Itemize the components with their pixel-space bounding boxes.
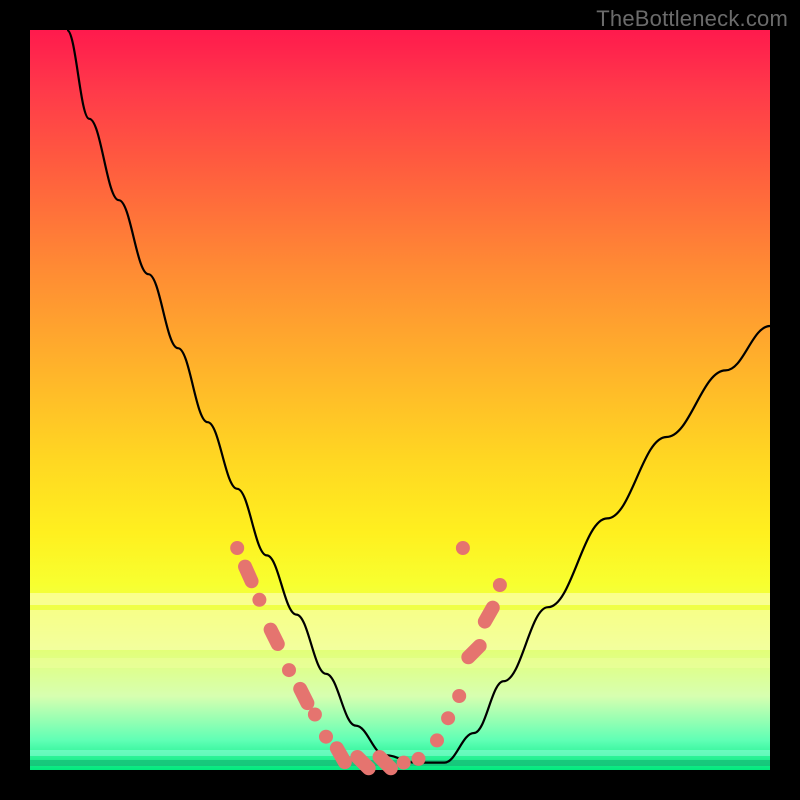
- marker-pill: [236, 557, 261, 590]
- marker-dot: [252, 593, 266, 607]
- marker-pill: [327, 739, 354, 772]
- marker-dot: [456, 541, 470, 555]
- marker-group: [230, 541, 507, 778]
- marker-pill: [347, 747, 378, 778]
- marker-pill: [261, 620, 287, 653]
- curve-svg: [30, 30, 770, 770]
- bottleneck-curve: [67, 30, 770, 763]
- marker-dot: [493, 578, 507, 592]
- marker-pill: [475, 598, 502, 631]
- marker-dot: [412, 752, 426, 766]
- chart-frame: TheBottleneck.com: [0, 0, 800, 800]
- marker-dot: [319, 730, 333, 744]
- marker-dot: [441, 711, 455, 725]
- marker-dot: [282, 663, 296, 677]
- watermark-text: TheBottleneck.com: [596, 6, 788, 32]
- marker-dot: [308, 708, 322, 722]
- marker-dot: [452, 689, 466, 703]
- marker-dot: [230, 541, 244, 555]
- plot-area: [30, 30, 770, 770]
- marker-pill: [291, 679, 317, 712]
- marker-pill: [370, 747, 401, 778]
- marker-dot: [430, 733, 444, 747]
- marker-dot: [397, 756, 411, 770]
- marker-pill: [458, 636, 489, 667]
